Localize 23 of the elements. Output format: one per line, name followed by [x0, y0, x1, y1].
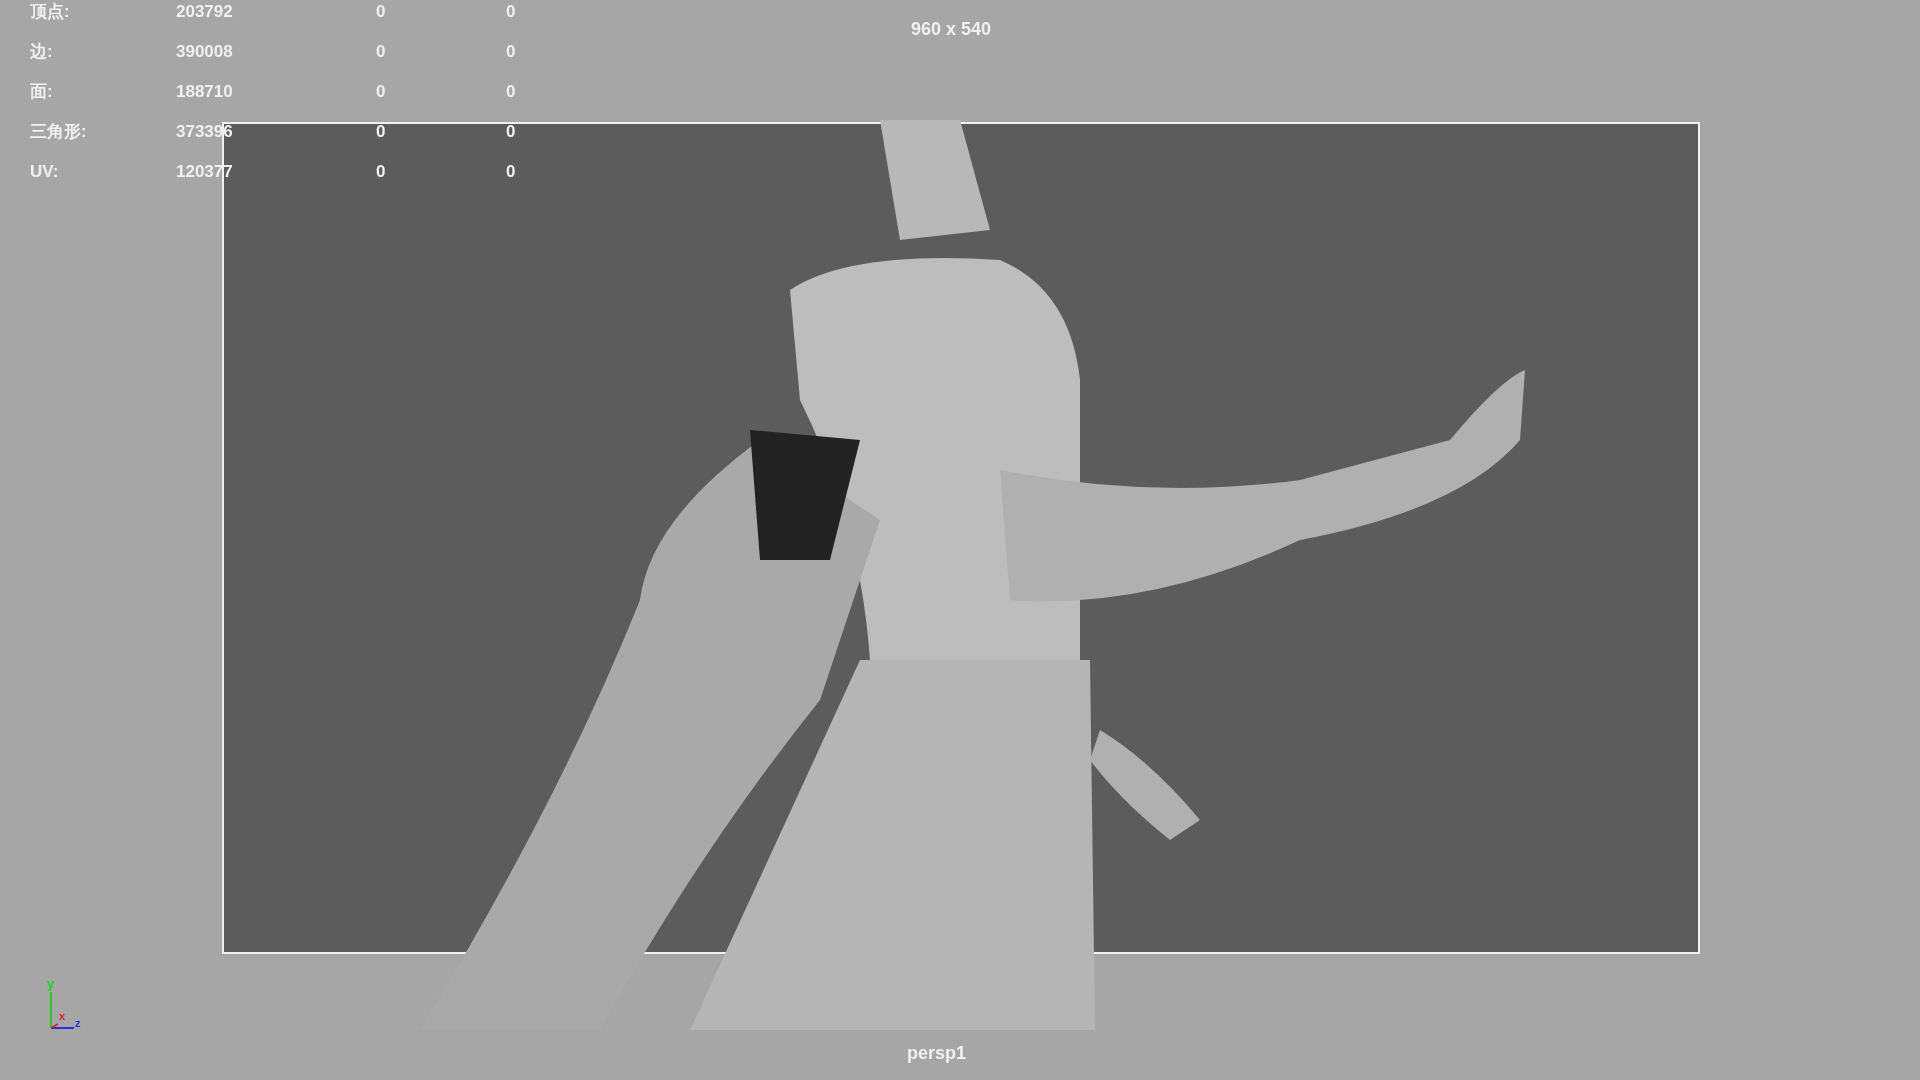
- axis-label: x: [59, 1010, 66, 1022]
- axis-label: y: [47, 976, 55, 991]
- axis-label: z: [75, 1017, 81, 1029]
- stat-label: 边:: [30, 41, 53, 63]
- stat-label: 顶点:: [30, 1, 70, 23]
- stat-value: 0: [376, 161, 386, 183]
- stat-value: 203792: [176, 1, 233, 23]
- stat-value: 0: [506, 41, 516, 63]
- stat-value: 0: [506, 161, 516, 183]
- stat-value: 0: [376, 121, 386, 143]
- stat-label: UV:: [30, 161, 59, 183]
- stat-label: 三角形:: [30, 121, 87, 143]
- resolution-label: 960 x 540: [911, 18, 992, 41]
- stat-value: 0: [376, 41, 386, 63]
- camera-name: persp1: [907, 1042, 967, 1065]
- stat-value: 390008: [176, 41, 233, 63]
- stat-value: 0: [506, 81, 516, 103]
- stat-value: 0: [376, 1, 386, 23]
- stat-value: 188710: [176, 81, 233, 103]
- stat-label: 面:: [30, 81, 53, 103]
- stat-value: 0: [376, 81, 386, 103]
- stat-value: 0: [506, 121, 516, 143]
- stat-value: 0: [506, 1, 516, 23]
